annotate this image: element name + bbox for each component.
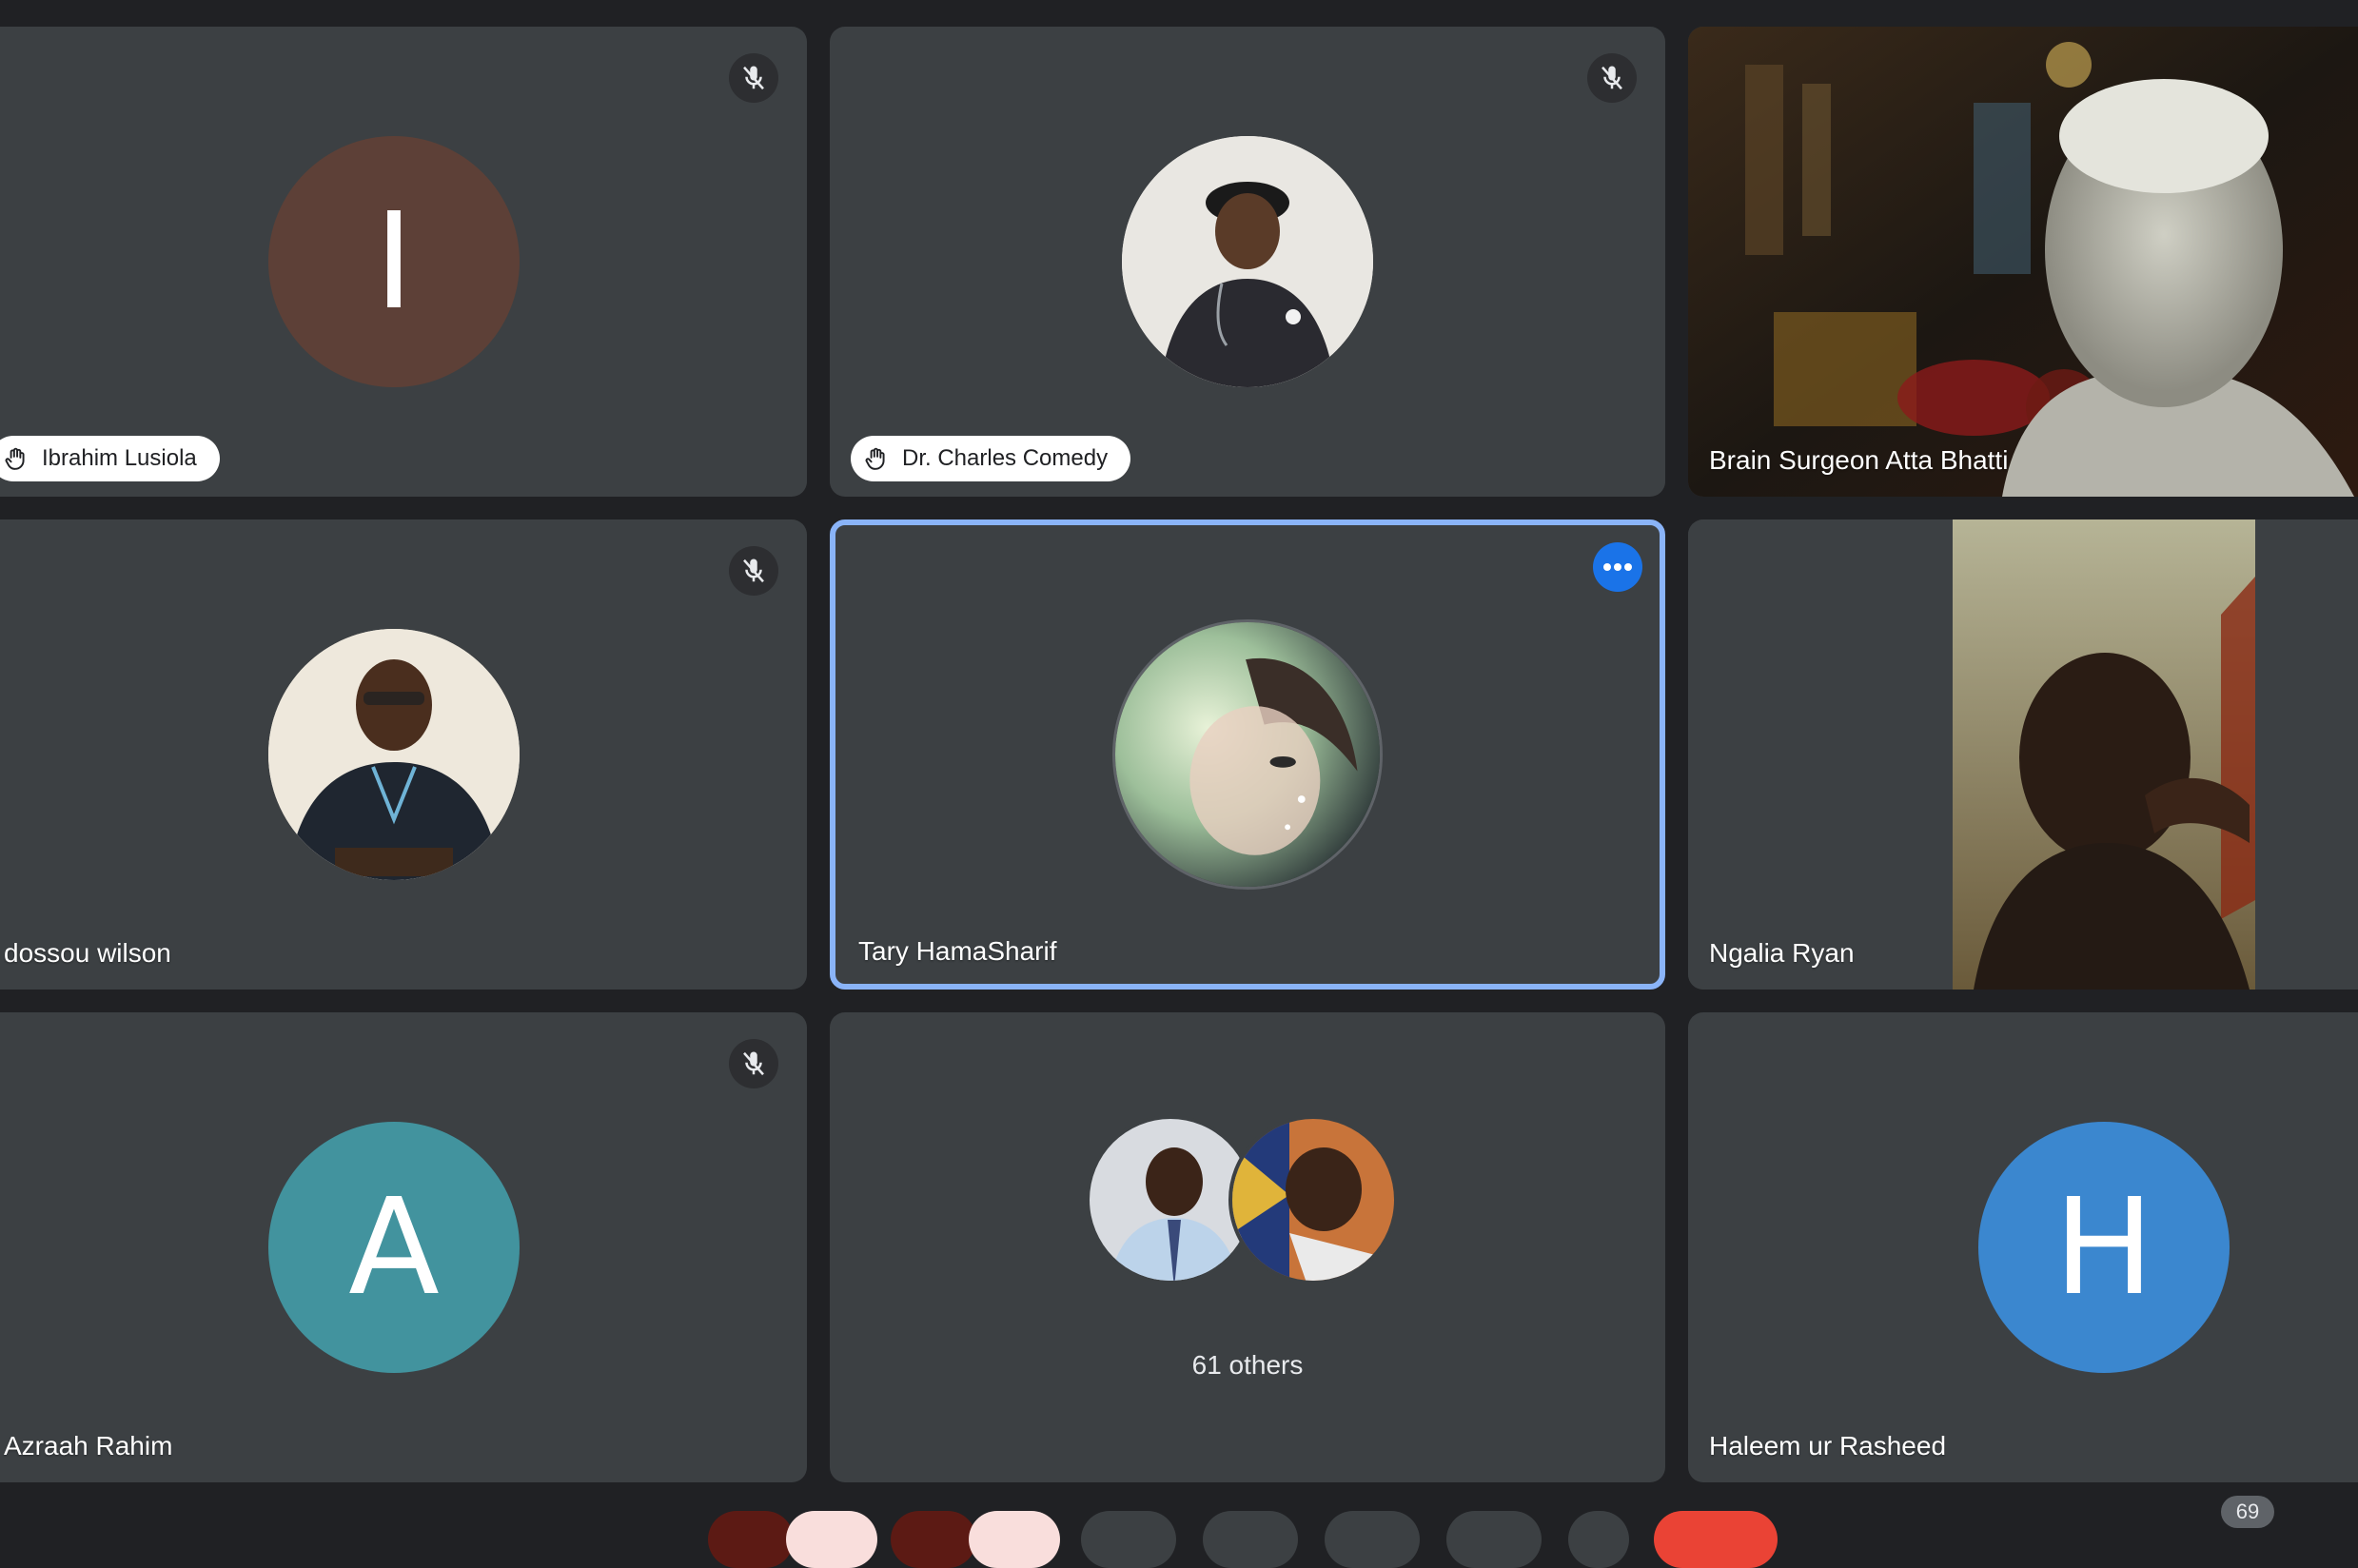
participant-tile-brain-surgeon-atta-bhatti[interactable]: Brain Surgeon Atta Bhatti xyxy=(1688,27,2358,497)
present-button[interactable] xyxy=(1325,1511,1420,1568)
mic-off-icon xyxy=(729,1039,778,1088)
avatar: A xyxy=(268,1122,520,1373)
participant-name: Ngalia Ryan xyxy=(1709,938,1855,968)
participant-tile-tary-hamasharif[interactable]: Tary HamaSharif xyxy=(830,519,1665,990)
participant-tile-haleem-ur-rasheed[interactable]: H Haleem ur Rasheed xyxy=(1688,1012,2358,1482)
participant-tile-ibrahim-lusiola[interactable]: I Ibrahim Lusiola xyxy=(0,27,807,497)
raise-hand-button[interactable] xyxy=(1446,1511,1542,1568)
avatar-photo xyxy=(1122,136,1373,387)
participant-tile-ngalia-ryan[interactable]: Ngalia Ryan xyxy=(1688,519,2358,990)
mic-off-icon xyxy=(729,53,778,103)
avatar-photo xyxy=(1228,1115,1398,1284)
participant-video xyxy=(1688,27,2358,497)
avatar-initial: H xyxy=(2053,1169,2154,1325)
avatar-photo xyxy=(1112,619,1383,890)
others-avatars xyxy=(1086,1115,1409,1284)
participant-name: Azraah Rahim xyxy=(4,1431,173,1460)
mic-off-icon xyxy=(1587,53,1637,103)
avatar-initial: I xyxy=(374,184,414,340)
participant-video xyxy=(1688,519,2358,990)
name-chip: Ibrahim Lusiola xyxy=(0,436,220,481)
avatar: H xyxy=(1978,1122,2230,1373)
participant-count-badge[interactable]: 69 xyxy=(2221,1496,2274,1528)
control-bar xyxy=(0,1503,2358,1568)
avatar-photo xyxy=(268,629,520,880)
participant-tile-dossou-wilson[interactable]: dossou wilson xyxy=(0,519,807,990)
others-count-label: 61 others xyxy=(1191,1350,1304,1380)
participant-name: Haleem ur Rasheed xyxy=(1709,1431,1947,1460)
participant-name: Tary HamaSharif xyxy=(858,936,1057,966)
avatar-initial: A xyxy=(348,1169,440,1325)
more-options-button[interactable] xyxy=(1568,1511,1629,1568)
participant-tile-dr-charles-comedy[interactable]: Dr. Charles Comedy xyxy=(830,27,1665,497)
camera-options-button[interactable] xyxy=(969,1511,1060,1568)
participant-name: dossou wilson xyxy=(4,938,171,968)
participant-tile-azraah-rahim[interactable]: A Azraah Rahim xyxy=(0,1012,807,1482)
raised-hand-icon xyxy=(5,447,25,470)
mic-button[interactable] xyxy=(708,1511,794,1568)
participant-tile-others[interactable]: 61 others xyxy=(830,1012,1665,1482)
mic-off-icon xyxy=(729,546,778,596)
participant-name: Brain Surgeon Atta Bhatti xyxy=(1709,445,2009,475)
participant-name: Ibrahim Lusiola xyxy=(42,445,197,471)
reactions-button[interactable] xyxy=(1203,1511,1298,1568)
more-options-icon[interactable] xyxy=(1593,542,1642,592)
raised-hand-icon xyxy=(865,447,885,470)
mic-options-button[interactable] xyxy=(786,1511,877,1568)
participant-name: Dr. Charles Comedy xyxy=(902,445,1109,471)
camera-button[interactable] xyxy=(891,1511,976,1568)
end-call-button[interactable] xyxy=(1654,1511,1778,1568)
name-chip: Dr. Charles Comedy xyxy=(851,436,1131,481)
avatar: I xyxy=(268,136,520,387)
captions-button[interactable] xyxy=(1081,1511,1176,1568)
